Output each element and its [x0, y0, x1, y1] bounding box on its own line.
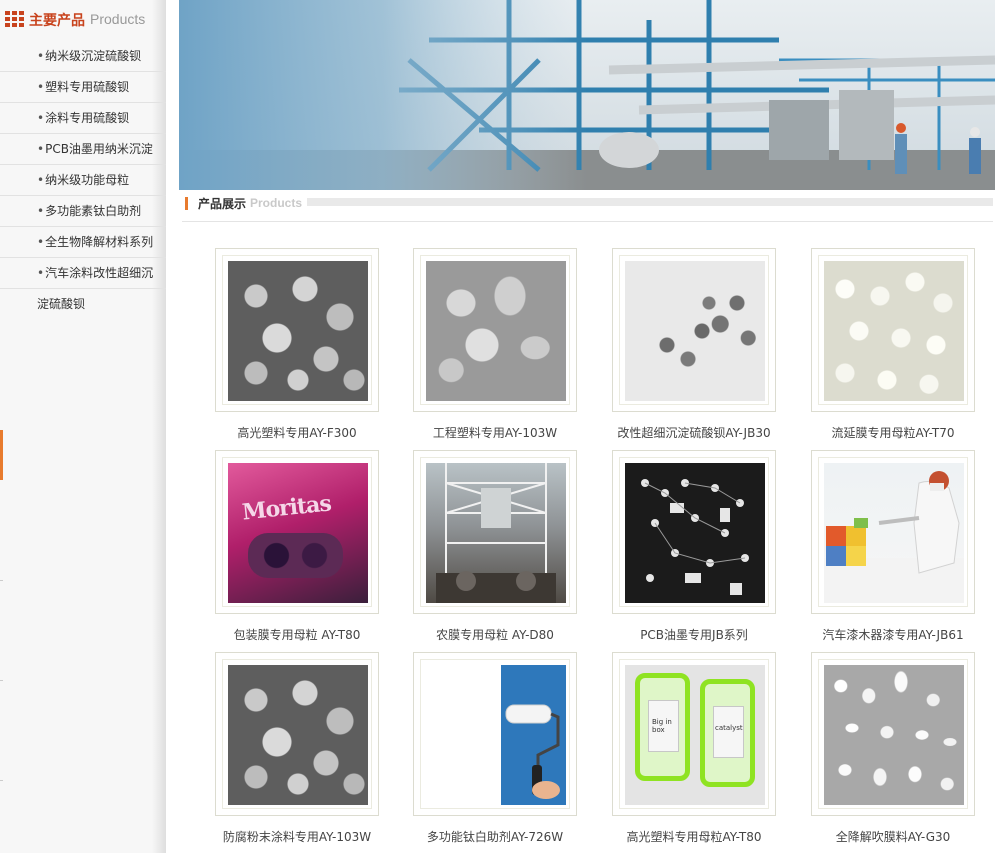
product-card[interactable]: Moritas [215, 450, 379, 614]
product-card[interactable] [811, 450, 975, 614]
product-card[interactable] [413, 248, 577, 412]
sidebar-item-pcb-ink[interactable]: •PCB油墨用纳米沉淀 [0, 134, 166, 165]
candy-brand-logo: Moritas [240, 490, 332, 526]
factory-structure [436, 463, 556, 603]
product-card[interactable] [811, 652, 975, 816]
sidebar-item-biodegradable[interactable]: •全生物降解材料系列 [0, 227, 166, 258]
product-image [426, 261, 566, 401]
product-card[interactable] [215, 248, 379, 412]
product-caption[interactable]: 农膜专用母粒 AY-D80 [395, 626, 595, 643]
sidebar-item-nano-masterbatch[interactable]: •纳米级功能母粒 [0, 165, 166, 196]
candy-gummies [248, 533, 343, 578]
product-card[interactable] [612, 248, 776, 412]
industrial-plant-illustration [179, 0, 995, 190]
sidebar-title: 主要产品 [29, 13, 85, 29]
section-title-en: Products [250, 196, 303, 210]
spray-painter-illustration [824, 471, 964, 603]
sidebar-item-automotive-coating[interactable]: •汽车涂料改性超细沉 [0, 258, 166, 289]
sidebar-accent-marker [0, 430, 3, 480]
sidebar-tick [0, 580, 3, 581]
product-image [228, 261, 368, 401]
product-card[interactable] [413, 450, 577, 614]
product-caption[interactable]: 工程塑料专用AY-103W [395, 424, 595, 441]
sidebar: 主要产品 Products •纳米级沉淀硫酸钡 •塑料专用硫酸钡 •涂料专用硫酸… [0, 0, 166, 853]
product-caption[interactable]: 高光塑料专用AY-F300 [197, 424, 397, 441]
product-image [824, 261, 964, 401]
sidebar-title-en: Products [90, 11, 146, 27]
product-card[interactable]: Big in box catalyst [612, 652, 776, 816]
product-caption[interactable]: 流延膜专用母粒AY-T70 [793, 424, 993, 441]
product-caption[interactable]: 多功能钛白助剂AY-726W [395, 828, 595, 845]
sidebar-item-titanium-additive[interactable]: •多功能素钛白助剂 [0, 196, 166, 227]
product-card[interactable] [612, 450, 776, 614]
product-caption[interactable]: 防腐粉末涂料专用AY-103W [197, 828, 397, 845]
product-image: Moritas [228, 463, 368, 603]
sidebar-header: 主要产品 Products [0, 0, 166, 40]
section-header: 产品展示 Products [182, 192, 995, 214]
sidebar-menu: •纳米级沉淀硫酸钡 •塑料专用硫酸钡 •涂料专用硫酸钡 •PCB油墨用纳米沉淀 … [0, 41, 166, 289]
product-image [228, 665, 368, 805]
pcb-pattern [641, 479, 749, 595]
section-title: 产品展示 [198, 197, 247, 211]
section-accent-bar [185, 197, 188, 210]
product-caption[interactable]: 高光塑料专用母粒AY-T80 [594, 828, 794, 845]
product-image [426, 463, 566, 603]
product-caption[interactable]: 包装膜专用母粒 AY-T80 [197, 626, 397, 643]
banner-image [179, 0, 995, 190]
product-caption[interactable]: PCB油墨专用JB系列 [594, 626, 794, 643]
product-caption[interactable]: 改性超细沉淀硫酸钡AY-JB30 [594, 424, 794, 441]
product-grid-icon [5, 11, 24, 27]
product-card[interactable] [413, 652, 577, 816]
sidebar-item-wrap[interactable]: 淀硫酸钡 [37, 295, 85, 312]
product-card[interactable] [811, 248, 975, 412]
section-divider [182, 221, 993, 222]
product-image [625, 261, 765, 401]
paint-roller-illustration [426, 665, 566, 805]
green-case-right: catalyst [700, 679, 755, 787]
sidebar-item-plastic-barium-sulfate[interactable]: •塑料专用硫酸钡 [0, 72, 166, 103]
product-image [426, 665, 566, 805]
sidebar-item-coating-barium-sulfate[interactable]: •涂料专用硫酸钡 [0, 103, 166, 134]
product-caption[interactable]: 全降解吹膜料AY-G30 [793, 828, 993, 845]
product-caption[interactable]: 汽车漆木器漆专用AY-JB61 [793, 626, 993, 643]
sidebar-tick [0, 780, 3, 781]
product-image: Big in box catalyst [625, 665, 765, 805]
sidebar-item-nano-barium-sulfate[interactable]: •纳米级沉淀硫酸钡 [0, 41, 166, 72]
product-image [625, 463, 765, 603]
product-image [824, 463, 964, 603]
green-case-left: Big in box [635, 673, 690, 781]
section-header-strip [307, 198, 993, 206]
product-image [824, 665, 964, 805]
sidebar-tick [0, 680, 3, 681]
product-card[interactable] [215, 652, 379, 816]
